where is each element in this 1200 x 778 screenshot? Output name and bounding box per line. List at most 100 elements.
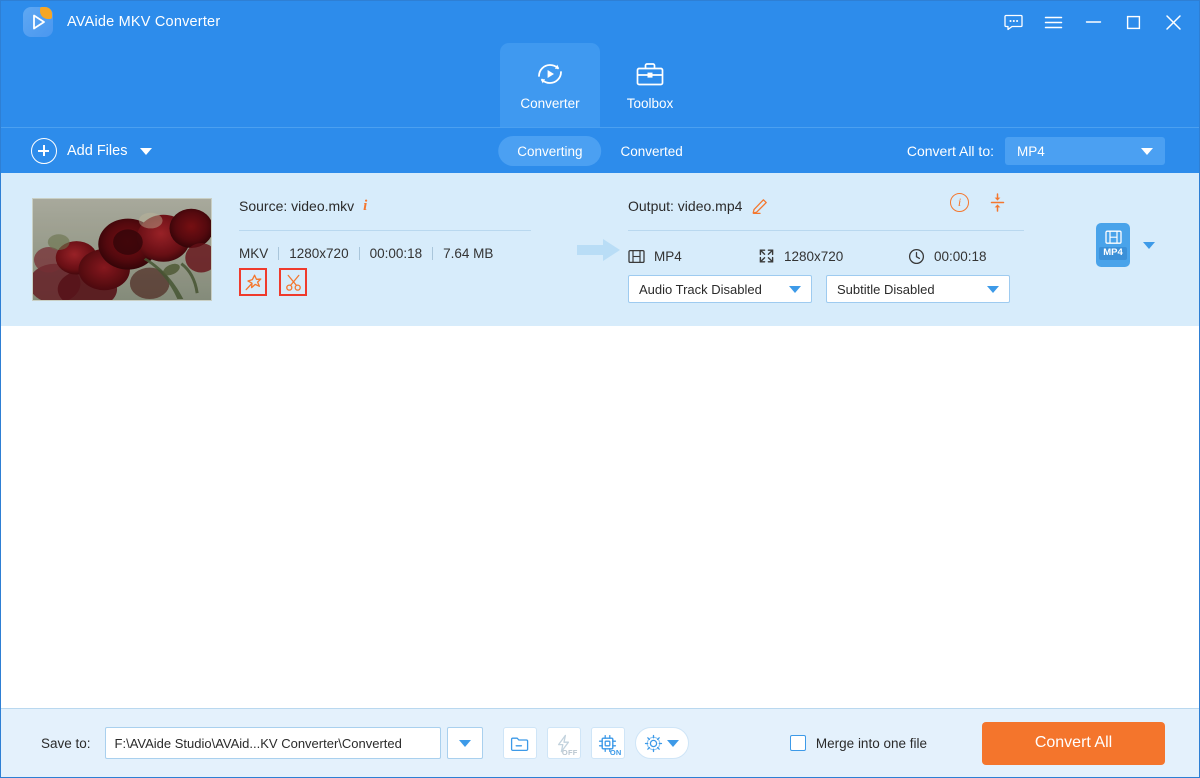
nav-tab-group: Converter Toolbox [500,43,700,127]
output-panel: Output: video.mp4 i MP4 1280x720 00:00:1… [628,193,1024,303]
plus-circle-icon [31,138,57,164]
close-icon[interactable] [1153,1,1193,43]
source-format: MKV [239,246,269,261]
add-files-button[interactable]: Add Files [31,128,153,174]
open-folder-button[interactable] [502,727,537,759]
chevron-down-icon[interactable] [1143,241,1155,249]
action-toolbar: Add Files Converting Converted Convert A… [1,127,1199,173]
scissors-icon [285,274,301,291]
bottom-bar: Save to: F:\AVAide Studio\AVAid...KV Con… [1,708,1199,777]
convert-all-format-value: MP4 [1017,143,1045,159]
gpu-acceleration-state: ON [609,748,622,757]
output-metadata: MP4 1280x720 00:00:18 [628,246,1024,266]
film-strip-icon [628,249,645,263]
output-format-badge[interactable]: MP4 [1096,223,1130,267]
resize-expand-icon [759,249,774,263]
title-bar: AVAide MKV Converter [1,1,1199,43]
clock-icon [908,248,925,264]
output-duration: 00:00:18 [934,248,987,264]
subtitle-value: Subtitle Disabled [837,281,935,297]
video-thumbnail[interactable] [32,198,212,301]
convert-circular-arrows-icon [534,59,566,89]
convert-all-to-label: Convert All to: [906,143,994,159]
logo-play-icon [33,14,45,30]
divider [628,230,1024,231]
audio-track-select[interactable]: Audio Track Disabled [628,275,812,303]
tab-toolbox-label: Toolbox [626,96,674,111]
magic-wand-star-icon [245,274,261,290]
tab-converting-label: Converting [517,143,583,159]
source-filesize: 7.64 MB [443,246,494,261]
trim-scissors-button[interactable] [279,268,307,296]
hamburger-menu-icon[interactable] [1033,1,1073,43]
chevron-down-icon [987,285,999,293]
output-track-selects: Audio Track Disabled Subtitle Disabled [628,275,1024,303]
source-duration: 00:00:18 [369,246,423,261]
merge-into-one-file-group[interactable]: Merge into one file [789,735,927,751]
divider [239,230,531,231]
table-row[interactable]: Source: video.mkv i MKV 1280x720 00:00:1… [1,173,1199,326]
tab-converted[interactable]: Converted [602,136,702,166]
merge-checkbox[interactable] [789,735,806,751]
source-edit-buttons [239,268,531,296]
output-format-badge-group: MP4 [1096,223,1155,267]
tab-converting[interactable]: Converting [498,136,602,166]
info-italic-icon[interactable]: i [363,198,367,215]
preferences-button[interactable] [634,727,689,759]
save-path-value: F:\AVAide Studio\AVAid...KV Converter\Co… [114,735,402,751]
gear-icon [644,734,663,752]
bottom-tool-buttons: OFF ON [502,727,689,759]
chevron-down-icon [458,739,471,747]
app-title: AVAide MKV Converter [67,14,221,30]
tab-converted-label: Converted [620,143,683,159]
edit-magic-wand-button[interactable] [239,268,267,296]
output-format-group: MP4 [628,249,758,264]
chat-bubble-icon[interactable] [993,1,1033,43]
info-circle-icon[interactable]: i [950,193,969,212]
chevron-down-icon[interactable] [140,147,153,155]
chevron-down-icon [789,285,801,293]
output-format: MP4 [654,248,682,264]
minimize-icon[interactable] [1073,1,1113,43]
chevron-down-icon [1141,147,1153,155]
window-controls [993,1,1193,43]
output-header-icons: i [950,193,1006,212]
pencil-edit-icon[interactable] [751,198,768,215]
source-filename: Source: video.mkv [239,198,355,214]
source-metadata: MKV 1280x720 00:00:18 7.64 MB [239,246,531,261]
merge-arrows-icon[interactable] [989,193,1006,212]
audio-track-value: Audio Track Disabled [639,281,762,297]
hardware-acceleration-button[interactable]: OFF [546,727,581,759]
divider [278,247,280,260]
output-resolution-group: 1280x720 [758,248,908,264]
status-filter-tabs: Converting Converted [498,136,702,166]
hardware-acceleration-state: OFF [561,748,578,757]
save-path-dropdown-button[interactable] [446,727,483,759]
toolbox-icon [635,59,665,89]
output-resolution: 1280x720 [784,248,844,264]
tab-converter[interactable]: Converter [500,43,600,127]
add-files-label: Add Files [67,143,128,159]
save-path-input[interactable]: F:\AVAide Studio\AVAid...KV Converter\Co… [104,727,441,759]
output-duration-group: 00:00:18 [908,248,987,265]
output-filename: Output: video.mp4 [628,198,743,214]
application-window: AVAide MKV Converter Converter Toolbox A… [0,0,1200,778]
film-strip-icon [1104,230,1122,245]
tab-toolbox[interactable]: Toolbox [600,43,700,127]
convert-all-button[interactable]: Convert All [982,721,1165,765]
chevron-down-icon [667,739,680,747]
divider [358,247,360,260]
subtitle-select[interactable]: Subtitle Disabled [826,275,1010,303]
maximize-icon[interactable] [1113,1,1153,43]
convert-all-to-group: Convert All to: MP4 [907,128,1165,174]
source-resolution: 1280x720 [289,246,349,261]
convert-all-format-select[interactable]: MP4 [1005,137,1165,165]
output-header: Output: video.mp4 i [628,193,1024,217]
right-arrow-icon [577,239,620,261]
app-logo-icon [23,7,53,37]
thumbnail-image [33,199,211,300]
source-panel: Source: video.mkv i MKV 1280x720 00:00:1… [239,195,531,296]
main-nav-bar: Converter Toolbox [1,43,1199,127]
folder-icon [510,737,529,751]
gpu-acceleration-button[interactable]: ON [590,727,625,759]
